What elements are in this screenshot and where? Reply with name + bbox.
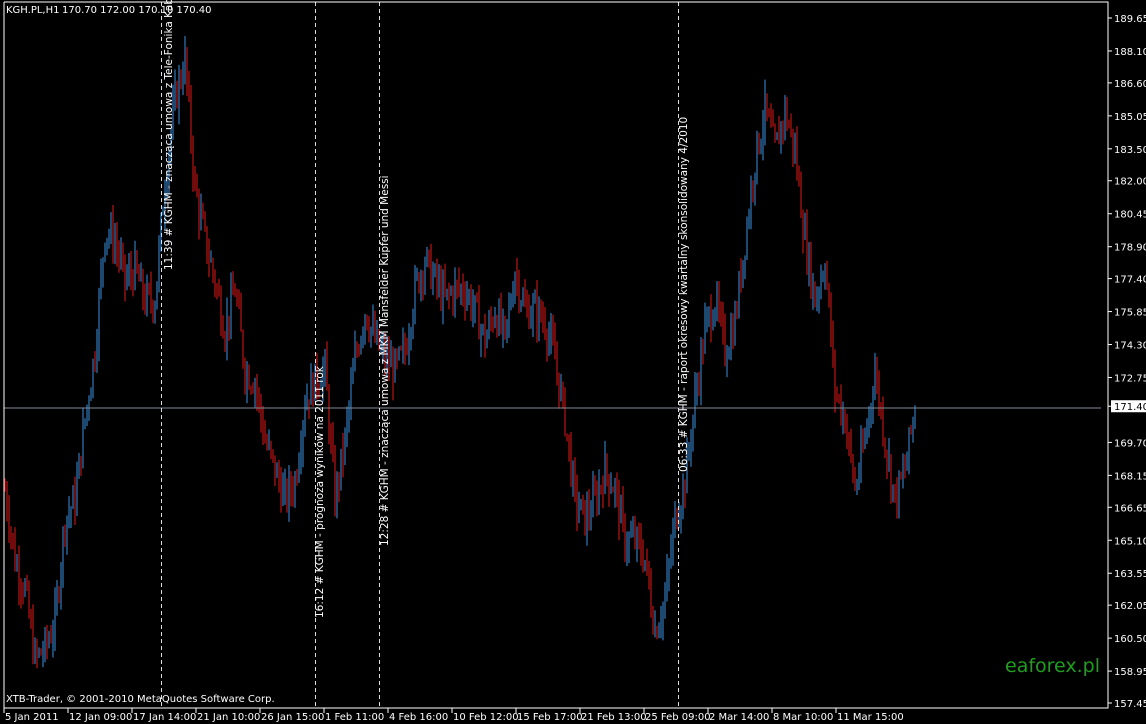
watermark-logo: eaforex.pl (1005, 655, 1100, 677)
x-tick-label: 12 Jan 09:00 (69, 712, 132, 723)
y-tick-label: 177.40 (1114, 275, 1146, 286)
x-tick-label: 21 Feb 13:00 (581, 712, 647, 723)
y-tick-label: 188.10 (1114, 47, 1146, 58)
y-tick-label: 180.45 (1114, 210, 1146, 221)
x-tick-label: 15 Feb 17:00 (517, 712, 583, 723)
y-tick-label: 158.95 (1114, 667, 1146, 678)
y-tick-label: 157.45 (1114, 699, 1146, 710)
y-tick-label: 186.60 (1114, 79, 1146, 90)
x-tick-label: 2 Mar 14:00 (709, 712, 769, 723)
event-label: 12:28 # KGHM - znacząca umowa z MKM Mans… (379, 175, 391, 546)
y-tick-label: 183.50 (1114, 145, 1146, 156)
x-tick-label: 25 Feb 09:00 (645, 712, 711, 723)
y-tick-label: 182.00 (1114, 177, 1146, 188)
ohlc-readout: 170.70 172.00 170.10 170.40 (62, 5, 212, 16)
y-tick-label: 162.05 (1114, 601, 1146, 612)
y-tick-label: 168.15 (1114, 471, 1146, 482)
x-tick-label: 8 Mar 10:00 (773, 712, 833, 723)
event-label: 16:12 # KGHM - prognoza wyników na 2011 … (314, 365, 326, 618)
y-tick-label: 189.65 (1114, 14, 1146, 25)
current-price-label: 171.40 (1114, 402, 1146, 413)
y-tick-label: 175.85 (1114, 308, 1146, 319)
y-tick-label: 163.55 (1114, 569, 1146, 580)
event-label: 11:39 # KGHM - znacząca umowa z Tele-Fon… (163, 0, 175, 270)
chart-header: KGH.PL,H1 (6, 5, 60, 16)
x-tick-label: 26 Jan 15:00 (261, 712, 324, 723)
y-tick-label: 166.65 (1114, 503, 1146, 514)
event-lines (161, 2, 679, 708)
y-tick-label: 160.50 (1114, 634, 1146, 645)
y-tick-label: 185.05 (1114, 112, 1146, 123)
y-tick-label: 172.75 (1114, 374, 1146, 385)
time-axis: 5 Jan 2011 12 Jan 09:00 17 Jan 14:00 21 Jan… (3, 708, 904, 723)
y-tick-label: 178.90 (1114, 243, 1146, 254)
x-tick-label: 5 Jan 2011 (5, 712, 59, 723)
y-tick-label: 169.70 (1114, 438, 1146, 449)
x-tick-label: 10 Feb 12:00 (453, 712, 519, 723)
price-bars (4, 36, 916, 669)
price-axis: 189.65 188.10 186.60 185.05 183.50 182.00 180.… (1108, 14, 1146, 710)
copyright-text: XTB-Trader, © 2001-2010 MetaQuotes Softw… (6, 694, 275, 705)
event-label: 06:33 # KGHM - raport okresowy kwartalny… (678, 117, 690, 472)
x-tick-label: 1 Feb 11:00 (325, 712, 384, 723)
x-tick-label: 17 Jan 14:00 (133, 712, 196, 723)
x-tick-label: 11 Mar 15:00 (837, 712, 904, 723)
y-tick-label: 174.30 (1114, 341, 1146, 352)
y-tick-label: 165.10 (1114, 536, 1146, 547)
x-tick-label: 21 Jan 10:00 (197, 712, 260, 723)
x-tick-label: 4 Feb 16:00 (389, 712, 448, 723)
price-chart[interactable]: 11:39 # KGHM - znacząca umowa z Tele-Fon… (0, 0, 1146, 724)
